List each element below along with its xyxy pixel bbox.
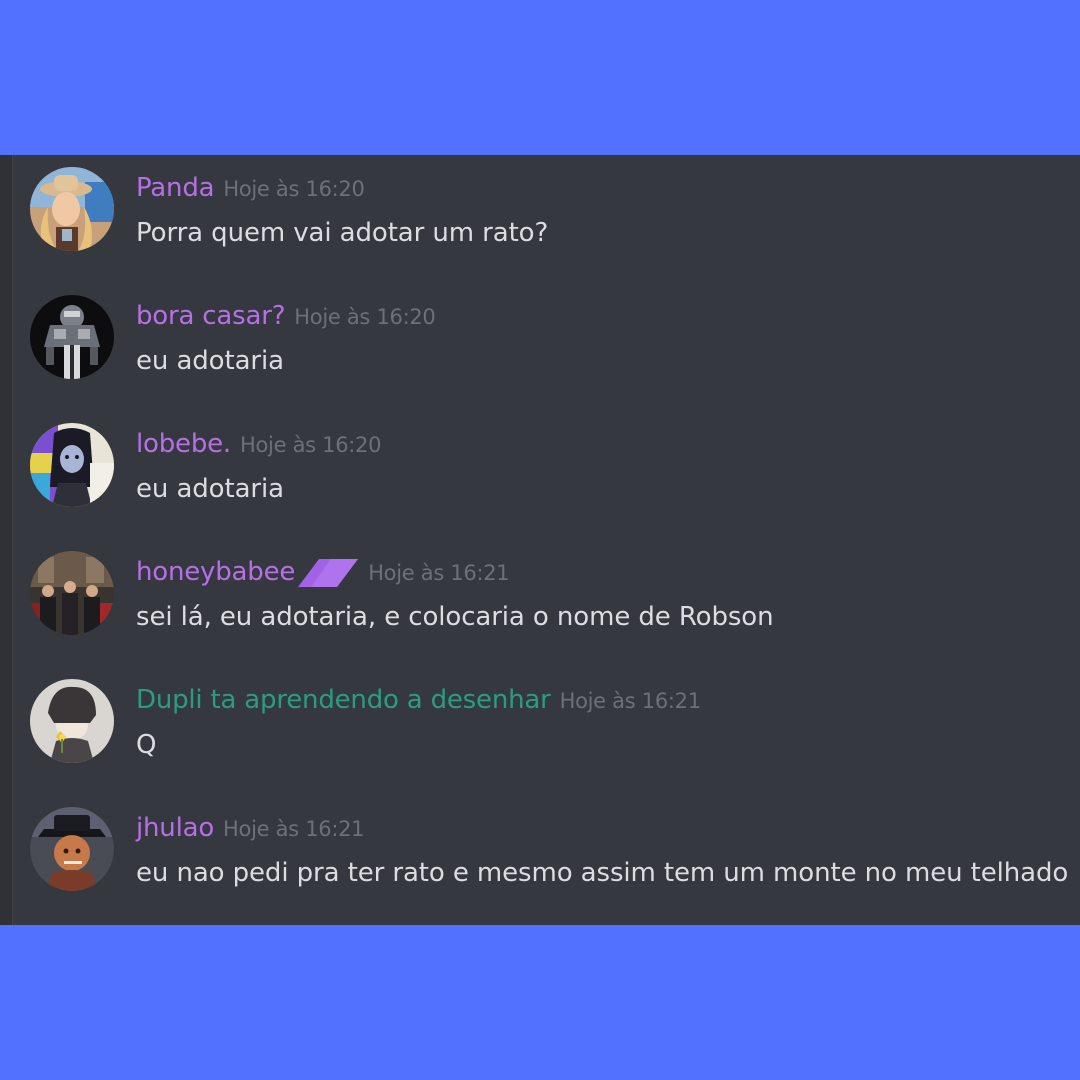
message-header: bora casar? Hoje às 16:20 — [136, 301, 436, 331]
message-text: eu nao pedi pra ter rato e mesmo assim t… — [136, 858, 1069, 888]
username[interactable]: Panda — [136, 173, 215, 203]
avatar[interactable] — [30, 807, 114, 891]
purple-parallelogram-badge-icon — [298, 559, 359, 587]
cartoon-vampire-avatar-icon — [30, 423, 114, 507]
avatar[interactable] — [30, 295, 114, 379]
timestamp: Hoje às 16:21 — [368, 561, 510, 585]
armored-figure-avatar-icon — [30, 295, 114, 379]
username[interactable]: lobebe. — [136, 429, 231, 459]
timestamp: Hoje às 16:20 — [240, 433, 382, 457]
timestamp: Hoje às 16:20 — [294, 305, 436, 329]
message-item[interactable]: lobebe. Hoje às 16:20 eu adotaria — [30, 411, 1075, 511]
avatar[interactable] — [30, 551, 114, 635]
avatar[interactable] — [30, 167, 114, 251]
cowgirl-avatar-icon — [30, 167, 114, 251]
username[interactable]: bora casar? — [136, 301, 285, 331]
message-text: eu adotaria — [136, 474, 284, 504]
channel-sidebar-edge — [0, 155, 13, 925]
timestamp: Hoje às 16:21 — [559, 689, 701, 713]
avatar[interactable] — [30, 679, 114, 763]
hat-character-avatar-icon — [30, 807, 114, 891]
chat-messages-panel: Panda Hoje às 16:20 Porra quem vai adota… — [0, 155, 1080, 925]
message-header: honeybabee Hoje às 16:21 — [136, 557, 510, 587]
message-text: Porra quem vai adotar um rato? — [136, 218, 549, 248]
group-photo-avatar-icon — [30, 551, 114, 635]
message-item[interactable]: jhulao Hoje às 16:21 eu nao pedi pra ter… — [30, 795, 1075, 895]
username[interactable]: honeybabee — [136, 557, 295, 587]
message-header: Dupli ta aprendendo a desenhar Hoje às 1… — [136, 685, 701, 715]
message-header: jhulao Hoje às 16:21 — [136, 813, 365, 843]
page-frame: Panda Hoje às 16:20 Porra quem vai adota… — [0, 0, 1080, 1080]
avatar[interactable] — [30, 423, 114, 507]
message-item[interactable]: honeybabee Hoje às 16:21 sei lá, eu adot… — [30, 539, 1075, 639]
message-text: Q — [136, 730, 157, 760]
username[interactable]: Dupli ta aprendendo a desenhar — [136, 685, 551, 715]
username[interactable]: jhulao — [136, 813, 214, 843]
timestamp: Hoje às 16:20 — [223, 177, 365, 201]
message-item[interactable]: bora casar? Hoje às 16:20 eu adotaria — [30, 283, 1075, 383]
message-item[interactable]: Dupli ta aprendendo a desenhar Hoje às 1… — [30, 667, 1075, 767]
anime-boy-avatar-icon — [30, 679, 114, 763]
message-text: sei lá, eu adotaria, e colocaria o nome … — [136, 602, 774, 632]
message-item[interactable]: Panda Hoje às 16:20 Porra quem vai adota… — [30, 155, 1075, 255]
message-header: lobebe. Hoje às 16:20 — [136, 429, 381, 459]
message-header: Panda Hoje às 16:20 — [136, 173, 365, 203]
message-text: eu adotaria — [136, 346, 284, 376]
timestamp: Hoje às 16:21 — [223, 817, 365, 841]
